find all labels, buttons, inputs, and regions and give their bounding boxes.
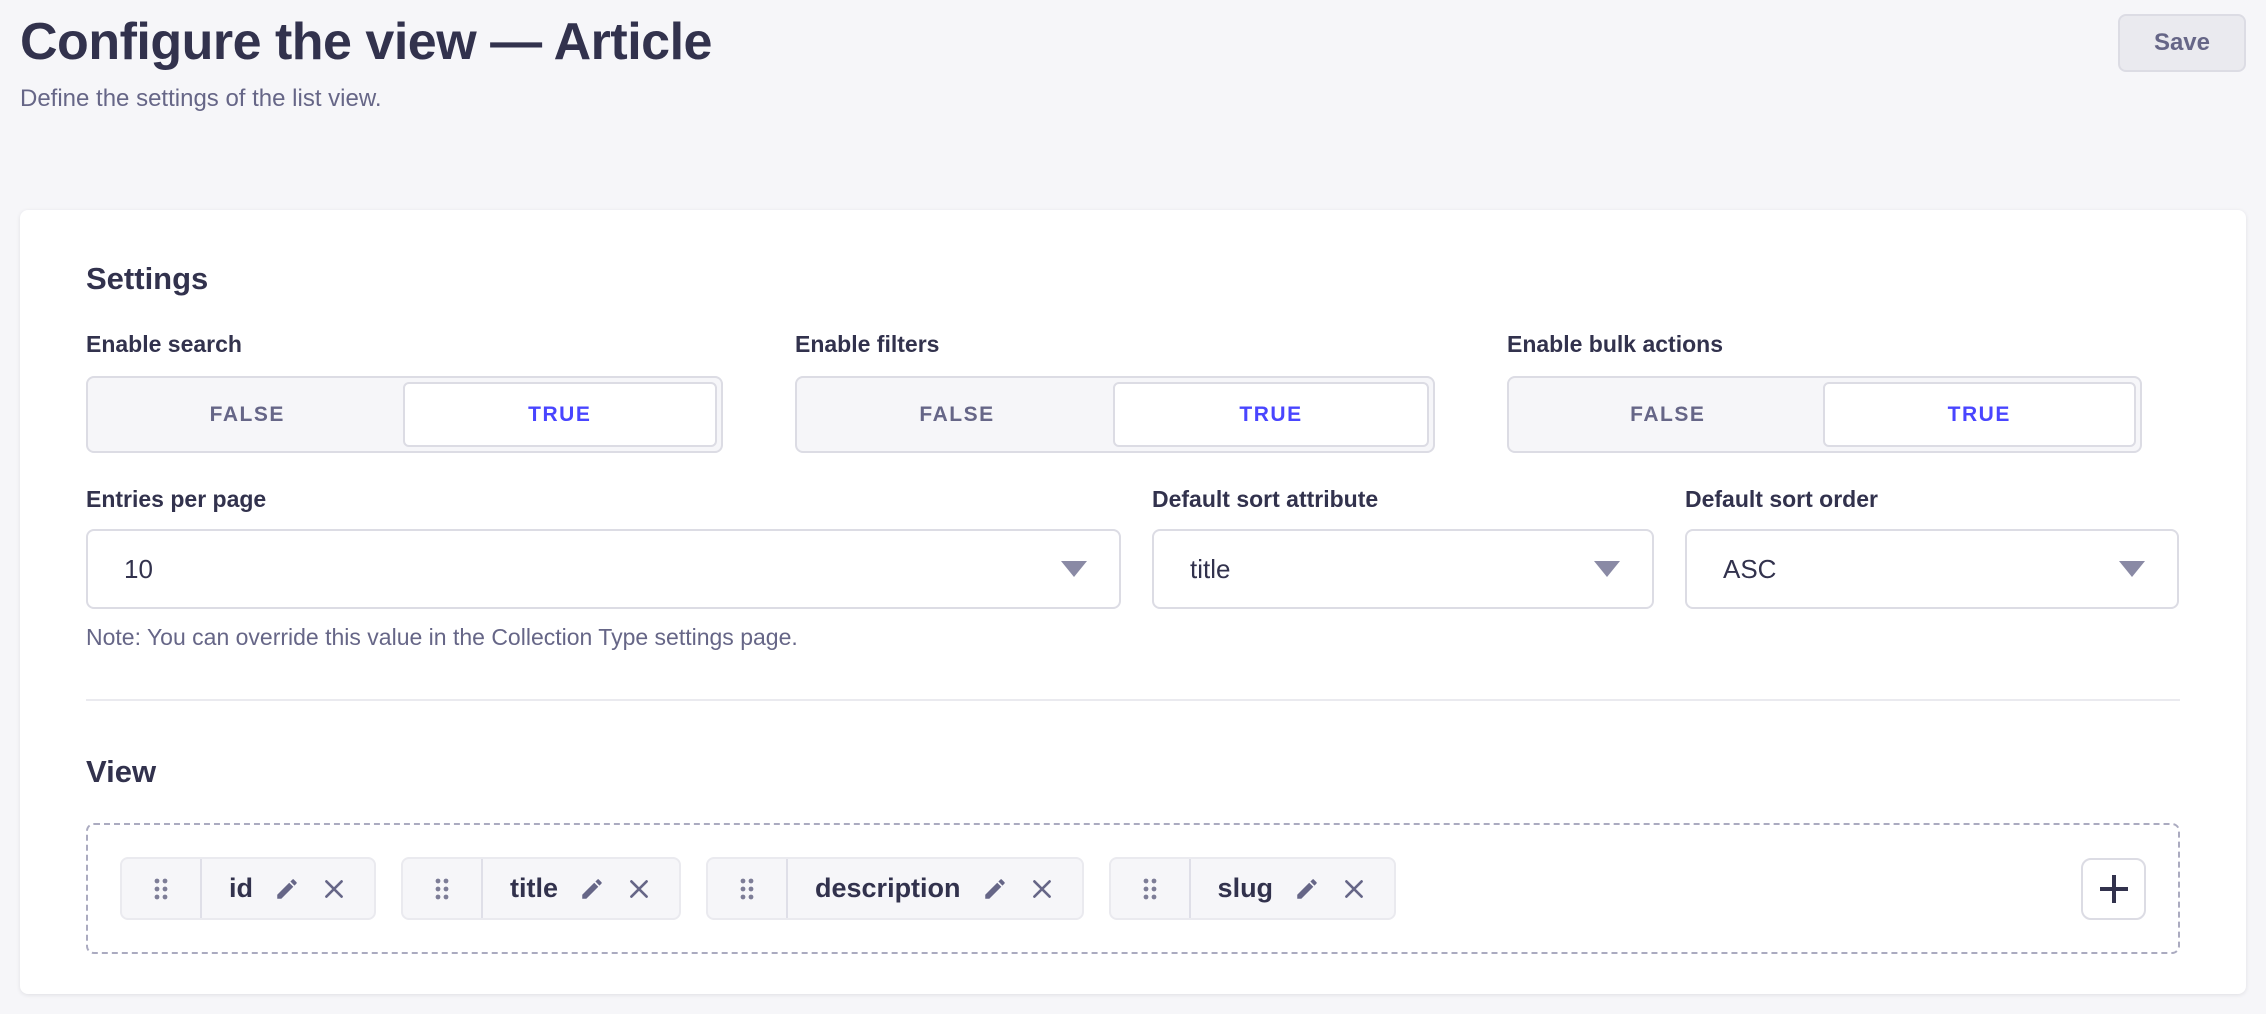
drag-handle-icon xyxy=(1140,876,1160,902)
drag-handle-icon xyxy=(432,876,452,902)
remove-cross-icon xyxy=(1029,876,1055,902)
drag-handle[interactable] xyxy=(122,859,202,918)
remove-field-button[interactable] xyxy=(321,876,347,902)
remove-cross-icon xyxy=(1341,876,1367,902)
field-chip-label: id xyxy=(229,873,253,904)
edit-pencil-icon xyxy=(982,876,1008,902)
drag-handle[interactable] xyxy=(708,859,788,918)
chevron-down-icon xyxy=(1594,561,1620,577)
page-title: Configure the view — Article xyxy=(20,12,712,72)
settings-section-title: Settings xyxy=(86,260,2180,298)
toggle-option-true[interactable]: TRUE xyxy=(1823,382,2137,447)
edit-field-button[interactable] xyxy=(274,876,300,902)
remove-cross-icon xyxy=(626,876,652,902)
edit-pencil-icon xyxy=(1294,876,1320,902)
field-default-sort-attribute: Default sort attribute title xyxy=(1152,485,1654,651)
field-label: Default sort order xyxy=(1685,485,2179,513)
add-field-button[interactable] xyxy=(2081,858,2146,920)
field-chip-body: slug xyxy=(1191,859,1395,918)
remove-field-button[interactable] xyxy=(1029,876,1055,902)
enable-search-toggle: FALSE TRUE xyxy=(86,376,723,453)
field-chip-description: description xyxy=(706,857,1084,920)
toggle-option-true[interactable]: TRUE xyxy=(1113,382,1429,447)
page-header: Configure the view — Article Define the … xyxy=(20,12,2246,116)
edit-pencil-icon xyxy=(274,876,300,902)
toggles-row: Enable search FALSE TRUE Enable filters … xyxy=(86,330,2180,453)
plus-icon xyxy=(2096,871,2132,907)
select-value: title xyxy=(1190,554,1230,585)
toggle-option-false[interactable]: FALSE xyxy=(92,382,403,447)
default-sort-attribute-select[interactable]: title xyxy=(1152,529,1654,609)
configure-view-page: Configure the view — Article Define the … xyxy=(0,0,2266,1014)
drag-handle-icon xyxy=(737,876,757,902)
field-chip-id: id xyxy=(120,857,376,920)
view-section-title: View xyxy=(86,753,2180,791)
field-enable-filters: Enable filters FALSE TRUE xyxy=(795,330,1435,453)
field-enable-search: Enable search FALSE TRUE xyxy=(86,330,723,453)
field-label: Default sort attribute xyxy=(1152,485,1654,513)
enable-bulk-actions-toggle: FALSE TRUE xyxy=(1507,376,2142,453)
save-button[interactable]: Save xyxy=(2118,14,2246,72)
edit-field-button[interactable] xyxy=(982,876,1008,902)
enable-filters-toggle: FALSE TRUE xyxy=(795,376,1435,453)
field-label: Entries per page xyxy=(86,485,1121,513)
field-chip-title: title xyxy=(401,857,681,920)
chevron-down-icon xyxy=(1061,561,1087,577)
remove-field-button[interactable] xyxy=(1341,876,1367,902)
toggle-option-false[interactable]: FALSE xyxy=(801,382,1113,447)
field-entries-per-page: Entries per page 10 Note: You can overri… xyxy=(86,485,1121,651)
field-chip-body: description xyxy=(788,859,1082,918)
section-divider xyxy=(86,699,2180,701)
field-enable-bulk-actions: Enable bulk actions FALSE TRUE xyxy=(1507,330,2142,453)
select-value: 10 xyxy=(124,554,153,585)
toggle-option-false[interactable]: FALSE xyxy=(1513,382,1823,447)
edit-field-button[interactable] xyxy=(1294,876,1320,902)
view-fields-dropzone: id xyxy=(86,823,2180,954)
default-sort-order-select[interactable]: ASC xyxy=(1685,529,2179,609)
field-chip-label: title xyxy=(510,873,558,904)
entries-per-page-note: Note: You can override this value in the… xyxy=(86,623,1121,651)
selects-row: Entries per page 10 Note: You can overri… xyxy=(86,485,2180,651)
drag-handle[interactable] xyxy=(1111,859,1191,918)
field-chip-label: slug xyxy=(1218,873,1274,904)
settings-card: Settings Enable search FALSE TRUE Enable… xyxy=(20,210,2246,994)
remove-field-button[interactable] xyxy=(626,876,652,902)
page-header-text: Configure the view — Article Define the … xyxy=(20,12,712,116)
select-value: ASC xyxy=(1723,554,1776,585)
field-label: Enable search xyxy=(86,330,723,358)
remove-cross-icon xyxy=(321,876,347,902)
drag-handle[interactable] xyxy=(403,859,483,918)
edit-field-button[interactable] xyxy=(579,876,605,902)
field-chip-slug: slug xyxy=(1109,857,1397,920)
field-chip-body: title xyxy=(483,859,679,918)
field-chip-label: description xyxy=(815,873,961,904)
chevron-down-icon xyxy=(2119,561,2145,577)
field-label: Enable filters xyxy=(795,330,1435,358)
field-chip-body: id xyxy=(202,859,374,918)
page-subtitle: Define the settings of the list view. xyxy=(20,82,712,116)
field-default-sort-order: Default sort order ASC xyxy=(1685,485,2179,651)
drag-handle-icon xyxy=(151,876,171,902)
field-label: Enable bulk actions xyxy=(1507,330,2142,358)
edit-pencil-icon xyxy=(579,876,605,902)
toggle-option-true[interactable]: TRUE xyxy=(403,382,718,447)
entries-per-page-select[interactable]: 10 xyxy=(86,529,1121,609)
